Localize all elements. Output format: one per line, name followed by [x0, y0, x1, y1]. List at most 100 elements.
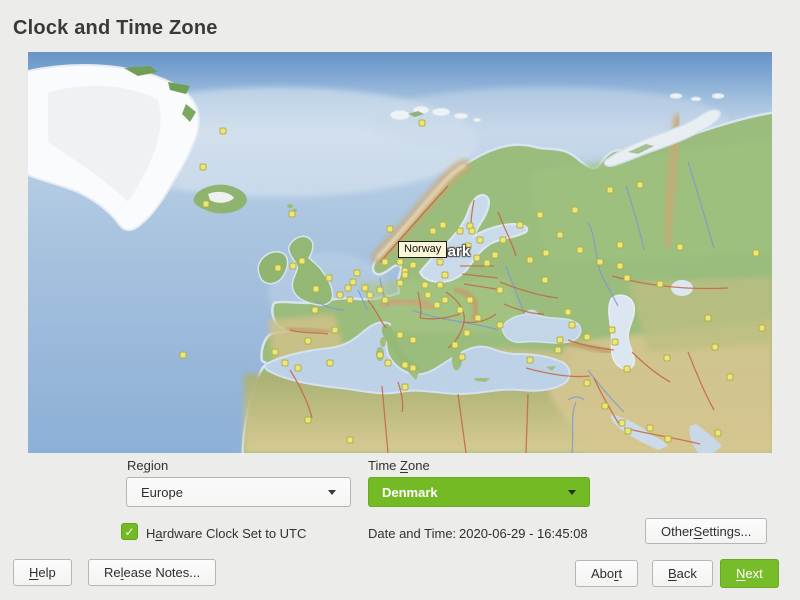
city-marker[interactable]: [555, 347, 562, 354]
city-marker[interactable]: [624, 275, 631, 282]
city-marker[interactable]: [474, 255, 481, 262]
city-marker[interactable]: [542, 277, 549, 284]
city-marker[interactable]: [517, 222, 524, 229]
hardware-clock-utc-label[interactable]: Hardware Clock Set to UTC: [146, 526, 306, 541]
release-notes-button[interactable]: Release Notes...: [88, 559, 216, 586]
city-marker[interactable]: [425, 292, 432, 299]
city-marker[interactable]: [305, 417, 312, 424]
city-marker[interactable]: [543, 250, 550, 257]
city-marker[interactable]: [382, 259, 389, 266]
city-marker[interactable]: [290, 263, 297, 270]
city-marker[interactable]: [609, 327, 616, 334]
city-marker[interactable]: [289, 211, 296, 218]
city-marker[interactable]: [459, 354, 466, 361]
city-marker[interactable]: [410, 262, 417, 269]
city-marker[interactable]: [203, 201, 210, 208]
city-marker[interactable]: [647, 425, 654, 432]
help-button[interactable]: Help: [13, 559, 72, 586]
city-marker[interactable]: [200, 164, 207, 171]
city-marker[interactable]: [410, 337, 417, 344]
city-marker[interactable]: [657, 281, 664, 288]
city-marker[interactable]: [305, 338, 312, 345]
city-marker[interactable]: [282, 360, 289, 367]
city-marker[interactable]: [332, 327, 339, 334]
city-marker[interactable]: [180, 352, 187, 359]
city-marker[interactable]: [397, 332, 404, 339]
city-marker[interactable]: [527, 357, 534, 364]
city-marker[interactable]: [492, 252, 499, 259]
city-marker[interactable]: [452, 342, 459, 349]
city-marker[interactable]: [410, 365, 417, 372]
city-marker[interactable]: [385, 360, 392, 367]
city-marker[interactable]: [362, 285, 369, 292]
city-marker[interactable]: [617, 242, 624, 249]
city-marker[interactable]: [312, 307, 319, 314]
city-marker[interactable]: [434, 302, 441, 309]
city-marker[interactable]: [419, 120, 426, 127]
city-marker[interactable]: [402, 384, 409, 391]
hardware-clock-utc-checkbox[interactable]: ✓: [121, 523, 138, 540]
city-marker[interactable]: [607, 187, 614, 194]
city-marker[interactable]: [442, 297, 449, 304]
city-marker[interactable]: [430, 228, 437, 235]
city-marker[interactable]: [299, 258, 306, 265]
city-marker[interactable]: [440, 222, 447, 229]
city-marker[interactable]: [345, 285, 352, 292]
timezone-select[interactable]: Denmark: [368, 477, 590, 507]
city-marker[interactable]: [484, 260, 491, 267]
city-marker[interactable]: [497, 287, 504, 294]
city-marker[interactable]: [337, 292, 344, 299]
city-marker[interactable]: [572, 207, 579, 214]
city-marker[interactable]: [565, 309, 572, 316]
city-marker[interactable]: [377, 287, 384, 294]
city-marker[interactable]: [665, 436, 672, 443]
city-marker[interactable]: [326, 275, 333, 282]
city-marker[interactable]: [712, 344, 719, 351]
city-marker[interactable]: [612, 339, 619, 346]
city-marker[interactable]: [677, 244, 684, 251]
city-marker[interactable]: [475, 315, 482, 322]
city-marker[interactable]: [469, 228, 476, 235]
city-marker[interactable]: [457, 307, 464, 314]
city-marker[interactable]: [584, 380, 591, 387]
city-marker[interactable]: [275, 265, 282, 272]
next-button[interactable]: Next: [720, 559, 779, 588]
city-marker[interactable]: [457, 228, 464, 235]
city-marker[interactable]: [584, 334, 591, 341]
city-marker[interactable]: [354, 270, 361, 277]
city-marker[interactable]: [387, 226, 394, 233]
city-marker[interactable]: [220, 128, 227, 135]
abort-button[interactable]: Abort: [575, 560, 638, 587]
city-marker[interactable]: [577, 247, 584, 254]
city-marker[interactable]: [402, 272, 409, 279]
city-marker[interactable]: [377, 352, 384, 359]
city-marker[interactable]: [397, 259, 404, 266]
city-marker[interactable]: [624, 366, 631, 373]
city-marker[interactable]: [625, 428, 632, 435]
city-marker[interactable]: [272, 349, 279, 356]
city-marker[interactable]: [422, 282, 429, 289]
city-marker[interactable]: [557, 337, 564, 344]
city-marker[interactable]: [715, 430, 722, 437]
city-marker[interactable]: [477, 237, 484, 244]
city-marker[interactable]: [753, 250, 760, 257]
city-marker[interactable]: [442, 272, 449, 279]
city-marker[interactable]: [569, 322, 576, 329]
city-marker[interactable]: [467, 297, 474, 304]
city-marker[interactable]: [619, 420, 626, 427]
city-marker[interactable]: [597, 259, 604, 266]
city-marker[interactable]: [759, 325, 766, 332]
city-marker[interactable]: [367, 292, 374, 299]
city-marker[interactable]: [637, 182, 644, 189]
city-marker[interactable]: [402, 362, 409, 369]
city-marker[interactable]: [327, 360, 334, 367]
city-marker[interactable]: [313, 286, 320, 293]
city-marker[interactable]: [437, 282, 444, 289]
timezone-map[interactable]: Denmark Norway: [28, 52, 772, 453]
city-marker[interactable]: [347, 437, 354, 444]
city-marker[interactable]: [617, 263, 624, 270]
city-marker[interactable]: [727, 374, 734, 381]
city-marker[interactable]: [664, 355, 671, 362]
city-marker[interactable]: [705, 315, 712, 322]
city-marker[interactable]: [537, 212, 544, 219]
